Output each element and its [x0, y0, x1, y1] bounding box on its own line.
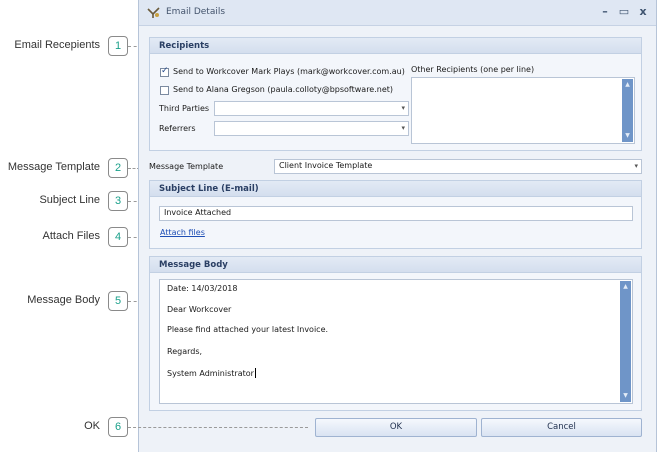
message-body-group: Message Body Date: 14/03/2018 Dear Workc… — [149, 256, 642, 411]
message-body-line: Please find attached your latest Invoice… — [167, 325, 329, 334]
title-bar[interactable]: Email Details – ▭ x — [139, 0, 656, 26]
callout-number: 6 — [108, 417, 128, 437]
scroll-down-arrow-icon[interactable]: ▼ — [624, 133, 631, 139]
callout-label: Message Template — [7, 161, 100, 173]
message-template-label: Message Template — [149, 162, 224, 171]
message-body-line: System Administrator — [167, 369, 254, 378]
message-template-combo[interactable]: Client Invoice Template ▾ — [274, 159, 642, 174]
send-workcover-checkbox[interactable] — [160, 66, 169, 77]
recipients-heading: Recipients — [150, 38, 641, 54]
callout-attach-files: Attach Files 4 — [0, 227, 130, 247]
recipients-group: Recipients Send to Workcover Mark Plays … — [149, 37, 642, 151]
minimize-icon[interactable]: – — [598, 5, 612, 19]
third-parties-combo[interactable]: ▾ — [214, 101, 409, 116]
callout-number: 2 — [108, 158, 128, 178]
message-body-heading: Message Body — [150, 257, 641, 273]
other-recipients-scrollbar[interactable]: ▲ ▼ — [622, 79, 633, 142]
chevron-down-icon[interactable]: ▾ — [634, 162, 638, 170]
callout-ok: OK 6 — [0, 417, 130, 437]
email-details-app-icon — [147, 7, 160, 18]
chevron-down-icon[interactable]: ▾ — [401, 124, 405, 132]
callout-message-body: Message Body 5 — [0, 291, 130, 311]
attach-files-link[interactable]: Attach files — [160, 228, 205, 237]
callout-label: Message Body — [27, 294, 100, 306]
callout-subject-line: Subject Line 3 — [0, 191, 130, 211]
callout-label: OK — [84, 420, 100, 432]
callout-label: Subject Line — [39, 194, 100, 206]
callout-number: 1 — [108, 36, 128, 56]
other-recipients-label: Other Recipients (one per line) — [411, 65, 535, 74]
maximize-icon[interactable]: ▭ — [617, 5, 631, 19]
message-body-line: Regards, — [167, 347, 203, 356]
callout-message-template: Message Template 2 — [0, 158, 130, 178]
message-body-last-line: System Administrator — [167, 368, 256, 378]
scroll-up-arrow-icon[interactable]: ▲ — [622, 284, 629, 290]
message-body-editor[interactable]: Date: 14/03/2018 Dear Workcover Please f… — [159, 279, 633, 404]
send-alana-label[interactable]: Send to Alana Gregson (paula.colloty@bps… — [173, 85, 393, 94]
message-body-line: Date: 14/03/2018 — [167, 284, 238, 293]
message-body-line: Dear Workcover — [167, 305, 232, 314]
subject-line-group: Subject Line (E-mail) Invoice Attached A… — [149, 180, 642, 249]
callout-number: 3 — [108, 191, 128, 211]
email-details-window: Email Details – ▭ x Recipients Send to W… — [138, 0, 657, 452]
message-template-value: Client Invoice Template — [279, 161, 373, 170]
callout-number: 4 — [108, 227, 128, 247]
other-recipients-input[interactable]: ▲ ▼ — [411, 77, 635, 144]
close-icon[interactable]: x — [636, 5, 650, 19]
scroll-up-arrow-icon[interactable]: ▲ — [624, 82, 631, 88]
ok-button[interactable]: OK — [315, 418, 477, 437]
cancel-button[interactable]: Cancel — [481, 418, 642, 437]
callout-email-recipients: Email Recepients 1 — [0, 36, 130, 56]
message-body-scrollbar[interactable]: ▲ ▼ — [620, 281, 631, 402]
send-alana-checkbox[interactable] — [160, 86, 169, 95]
third-parties-label: Third Parties — [159, 104, 210, 113]
send-workcover-label[interactable]: Send to Workcover Mark Plays (mark@workc… — [173, 67, 405, 76]
callout-label: Attach Files — [42, 230, 100, 242]
scroll-down-arrow-icon[interactable]: ▼ — [622, 393, 629, 399]
subject-line-heading: Subject Line (E-mail) — [150, 181, 641, 197]
subject-line-input[interactable]: Invoice Attached — [159, 206, 633, 221]
text-caret — [254, 368, 256, 378]
chevron-down-icon[interactable]: ▾ — [401, 104, 405, 112]
subject-line-value: Invoice Attached — [164, 208, 232, 217]
window-title: Email Details — [166, 7, 226, 17]
callout-label: Email Recepients — [14, 39, 100, 51]
referrers-label: Referrers — [159, 124, 196, 133]
callout-leader — [128, 427, 308, 428]
callout-number: 5 — [108, 291, 128, 311]
referrers-combo[interactable]: ▾ — [214, 121, 409, 136]
